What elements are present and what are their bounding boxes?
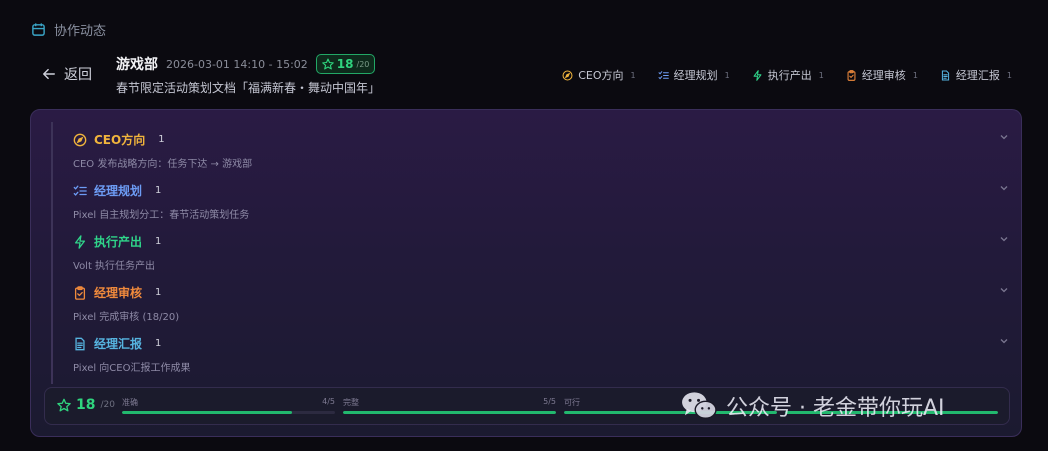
arrow-left-icon — [43, 68, 55, 80]
tab-label: 经理规划 — [673, 69, 718, 82]
team-name: 游戏部 — [116, 57, 158, 73]
stage-description: Volt 执行任务产出 — [73, 261, 156, 272]
stage-tabs: CEO方向 1 经理规划 1 执行产出 1 经理审核 1 经理汇报 1 — [562, 67, 1012, 83]
stage-count: 1 — [155, 287, 162, 298]
score-total-value: 18 — [76, 397, 96, 413]
score-value: 18 — [336, 57, 354, 71]
stage-title: 执行产出 — [94, 235, 143, 249]
stage-title: 经理规划 — [94, 184, 143, 198]
watermark: 公众号 · 老金带你玩AI — [680, 390, 945, 422]
metric-label: 完整 — [343, 398, 359, 407]
wechat-icon — [682, 392, 717, 419]
chevron-down-icon[interactable] — [999, 132, 1009, 142]
document-title: 春节限定活动策划文档「福满新春・舞动中国年」 — [116, 81, 381, 95]
stage-item-manager-review[interactable]: 经理审核 1 Pixel 完成审核 (18/20) — [53, 275, 1008, 325]
tab-ceo-direction[interactable]: CEO方向 1 — [562, 67, 636, 83]
tab-count: 1 — [724, 70, 730, 80]
tab-manager-review[interactable]: 经理审核 1 — [846, 67, 918, 83]
tab-count: 1 — [912, 70, 918, 80]
score-max: /20 — [356, 59, 370, 69]
task-header: 游戏部 2026-03-01 14:10 - 15:02 18 /20 春节限定… — [116, 54, 380, 96]
stage-title: 经理审核 — [94, 286, 143, 300]
stage-count: 1 — [158, 134, 165, 145]
metric-track — [122, 411, 335, 414]
metric-label: 准确 — [122, 398, 138, 407]
tab-label: CEO方向 — [578, 69, 624, 82]
metric-completeness: 完整 5/5 — [343, 397, 556, 417]
tab-manager-plan[interactable]: 经理规划 1 — [658, 67, 730, 83]
stage-item-ceo-direction[interactable]: CEO方向 1 CEO 发布战略方向：任务下达 → 游戏部 — [53, 122, 1008, 172]
clipboard-check-icon — [74, 285, 86, 300]
stage-title: CEO方向 — [94, 133, 146, 147]
star-icon — [57, 398, 71, 412]
tab-execution[interactable]: 执行产出 1 — [752, 67, 824, 83]
chevron-down-icon[interactable] — [999, 285, 1009, 295]
score-total-max: /20 — [100, 400, 115, 410]
stage-description: Pixel 完成审核 (18/20) — [73, 312, 180, 323]
stage-item-execution[interactable]: 执行产出 1 Volt 执行任务产出 — [53, 224, 1008, 274]
metric-accuracy: 准确 4/5 — [122, 397, 335, 417]
chevron-down-icon[interactable] — [999, 336, 1009, 346]
tab-label: 经理审核 — [861, 69, 906, 82]
section-title: 协作动态 — [54, 24, 107, 39]
stage-count: 1 — [155, 236, 162, 247]
compass-icon — [562, 70, 573, 80]
chevron-down-icon[interactable] — [999, 234, 1009, 244]
metric-fill — [122, 411, 293, 414]
calendar-icon — [32, 23, 45, 36]
tab-count: 1 — [1006, 70, 1012, 80]
tab-label: 经理汇报 — [955, 69, 1000, 82]
clipboard-check-icon — [847, 69, 856, 81]
time-range: 2026-03-01 14:10 - 15:02 — [166, 57, 308, 71]
score-badge: 18 /20 — [315, 54, 376, 74]
lightning-icon — [753, 69, 762, 81]
metric-value: 4/5 — [322, 397, 335, 406]
score-total: 18 /20 — [57, 397, 115, 413]
back-button[interactable]: 返回 — [42, 64, 92, 84]
section-heading: 协作动态 — [31, 20, 106, 39]
tab-manager-report[interactable]: 经理汇报 1 — [940, 67, 1012, 83]
checklist-icon — [658, 70, 669, 79]
metric-value: 5/5 — [543, 397, 556, 406]
timeline-panel: CEO方向 1 CEO 发布战略方向：任务下达 → 游戏部 经理规划 1 Pix… — [30, 109, 1022, 437]
tab-count: 1 — [630, 70, 636, 80]
tab-count: 1 — [818, 70, 824, 80]
stage-count: 1 — [155, 338, 162, 349]
metric-track — [343, 411, 556, 414]
metric-label: 可行 — [564, 398, 580, 407]
stage-count: 1 — [155, 185, 162, 196]
stage-description: Pixel 向CEO汇报工作成果 — [73, 363, 191, 374]
document-icon — [75, 337, 85, 350]
watermark-text: 公众号 · 老金带你玩AI — [726, 396, 945, 421]
stage-item-manager-plan[interactable]: 经理规划 1 Pixel 自主规划分工：春节活动策划任务 — [53, 173, 1008, 223]
stage-description: CEO 发布战略方向：任务下达 → 游戏部 — [73, 159, 253, 170]
stage-description: Pixel 自主规划分工：春节活动策划任务 — [73, 210, 250, 221]
stage-title: 经理汇报 — [94, 337, 143, 351]
star-icon — [321, 58, 334, 70]
checklist-icon — [73, 185, 87, 196]
lightning-icon — [74, 234, 86, 249]
stage-item-manager-report[interactable]: 经理汇报 1 Pixel 向CEO汇报工作成果 — [53, 326, 1008, 376]
chevron-down-icon[interactable] — [999, 183, 1009, 193]
metric-fill — [343, 411, 556, 414]
compass-icon — [73, 133, 87, 146]
tab-label: 执行产出 — [767, 69, 812, 82]
back-label: 返回 — [64, 67, 92, 83]
document-icon — [941, 70, 950, 80]
